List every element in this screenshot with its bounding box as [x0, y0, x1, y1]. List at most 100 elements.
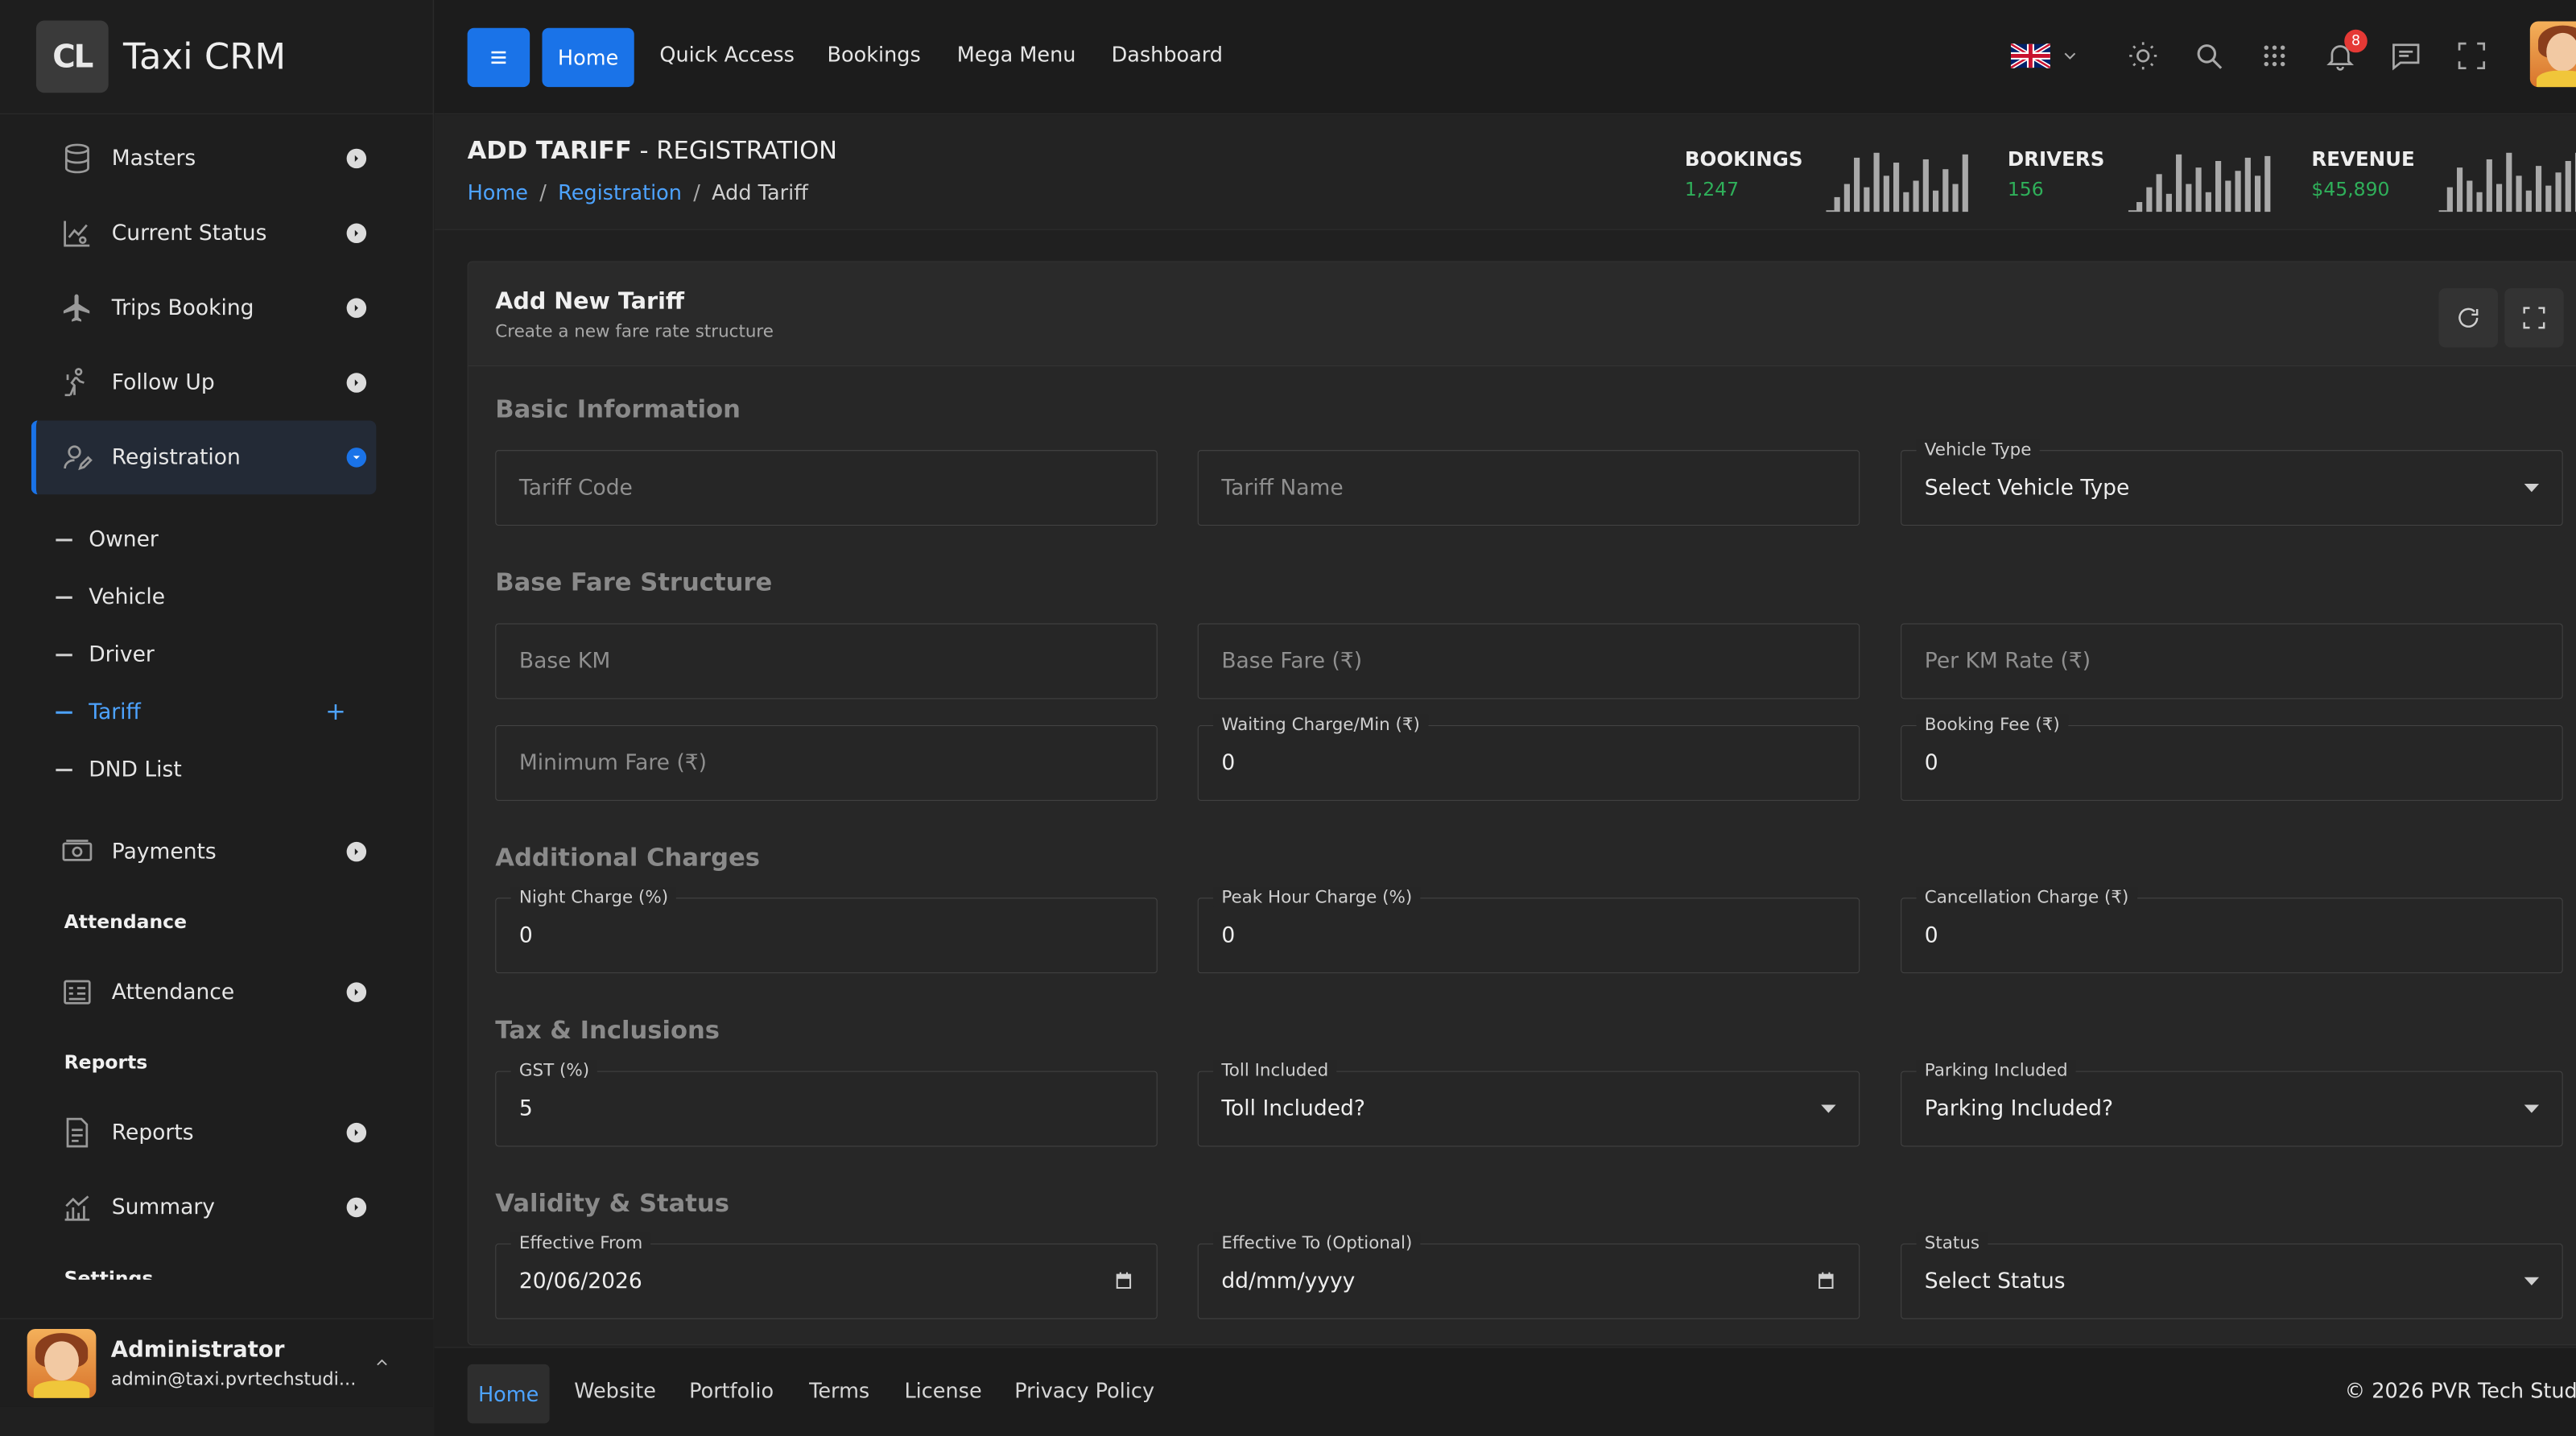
- sidebar-item-registration[interactable]: Registration: [31, 420, 377, 495]
- base-km-input[interactable]: Base KM: [495, 623, 1158, 699]
- nav-mega-menu[interactable]: Mega Menu: [957, 43, 1076, 67]
- expand-button[interactable]: [2504, 288, 2564, 348]
- field-value: dd/mm/yyyy: [1221, 1269, 1356, 1294]
- tariff-code-input[interactable]: Tariff Code: [495, 450, 1158, 526]
- chevron-up-icon[interactable]: [373, 1354, 390, 1372]
- placeholder: Base Fare (₹): [1221, 649, 1363, 674]
- sidebar-item-payments[interactable]: Payments: [31, 815, 377, 889]
- cancellation-charge-input[interactable]: Cancellation Charge (₹) 0: [1901, 887, 2563, 974]
- sidebar-item-label: Reports: [111, 1120, 194, 1145]
- calendar-icon[interactable]: [1816, 1271, 1835, 1290]
- peak-hour-charge-input[interactable]: Peak Hour Charge (%) 0: [1197, 887, 1860, 974]
- section-heading-settings: Settings: [64, 1268, 154, 1280]
- minimum-fare-input[interactable]: Minimum Fare (₹): [495, 725, 1158, 801]
- notification-badge: 8: [2344, 29, 2368, 53]
- calendar-icon[interactable]: [1114, 1271, 1133, 1290]
- user-avatar[interactable]: [2529, 21, 2576, 88]
- chevron-right-icon: [346, 298, 367, 318]
- per-km-rate-input[interactable]: Per KM Rate (₹): [1901, 623, 2563, 699]
- footer-link-license[interactable]: License: [904, 1379, 981, 1403]
- field-value: Toll Included?: [1221, 1096, 1365, 1121]
- sidebar-item-current-status[interactable]: Current Status: [31, 196, 377, 270]
- field-label: Peak Hour Charge (%): [1213, 887, 1421, 907]
- field-value: 0: [1924, 922, 1938, 948]
- theme-sun-icon[interactable]: [2127, 39, 2160, 72]
- toll-included-select[interactable]: Toll Included Toll Included?: [1197, 1060, 1860, 1147]
- brand-name: Taxi CRM: [123, 35, 287, 78]
- add-tariff-card: Add New Tariff Create a new fare rate st…: [467, 261, 2576, 1346]
- chevron-down-icon[interactable]: [2060, 46, 2079, 65]
- section-validity-status: Validity & Status: [495, 1189, 729, 1219]
- sidebar-subitem-driver[interactable]: Driver: [56, 642, 155, 667]
- plus-icon[interactable]: +: [325, 699, 346, 724]
- nav-dashboard[interactable]: Dashboard: [1112, 43, 1223, 67]
- footer-link-privacy-policy[interactable]: Privacy Policy: [1014, 1379, 1154, 1403]
- dash-icon: [56, 711, 72, 714]
- sparkline-drivers: [2128, 154, 2271, 213]
- section-additional-charges: Additional Charges: [495, 843, 760, 873]
- field-label: Parking Included: [1916, 1060, 2076, 1080]
- sidebar-subitem-owner[interactable]: Owner: [56, 527, 159, 552]
- breadcrumb-home[interactable]: Home: [468, 180, 528, 204]
- footer-link-portfolio[interactable]: Portfolio: [689, 1379, 774, 1403]
- nav-quick-access[interactable]: Quick Access: [659, 43, 795, 67]
- field-label: Booking Fee (₹): [1916, 714, 2068, 735]
- vehicle-type-select[interactable]: Vehicle Type Select Vehicle Type: [1901, 439, 2563, 526]
- refresh-icon: [2455, 305, 2482, 332]
- tariff-name-input[interactable]: Tariff Name: [1197, 450, 1860, 526]
- card-header: Add New Tariff Create a new fare rate st…: [468, 262, 2576, 367]
- nav-bookings[interactable]: Bookings: [828, 43, 921, 67]
- fullscreen-icon[interactable]: [2455, 39, 2488, 72]
- sidebar-item-reports[interactable]: Reports: [31, 1096, 377, 1170]
- refresh-button[interactable]: [2438, 288, 2499, 348]
- brand[interactable]: CL Taxi CRM: [0, 0, 433, 114]
- breadcrumb: Home / Registration / Add Tariff: [467, 180, 808, 205]
- waiting-charge-input[interactable]: Waiting Charge/Min (₹) 0: [1197, 714, 1860, 801]
- sidebar-item-masters[interactable]: Masters: [31, 122, 377, 196]
- chevron-right-icon: [346, 982, 367, 1002]
- uk-flag-icon[interactable]: [2010, 43, 2050, 68]
- sidebar-item-label: Trips Booking: [111, 295, 254, 320]
- sidebar-subitem-dnd-list[interactable]: DND List: [56, 757, 182, 782]
- base-fare-input[interactable]: Base Fare (₹): [1197, 623, 1860, 699]
- field-value: 20/06/2026: [518, 1269, 642, 1294]
- nav-home[interactable]: Home: [542, 27, 634, 88]
- gst-input[interactable]: GST (%) 5: [495, 1060, 1158, 1147]
- topbar: Home Quick Access Bookings Mega Menu Das…: [434, 0, 2576, 114]
- field-label: GST (%): [510, 1060, 598, 1080]
- stat-revenue: REVENUE $45,890: [2311, 148, 2414, 200]
- dash-icon: [56, 653, 72, 656]
- chat-icon[interactable]: [2389, 39, 2422, 72]
- footer-link-website[interactable]: Website: [574, 1379, 656, 1403]
- page-title: ADD TARIFF - REGISTRATION: [468, 136, 837, 165]
- user-panel[interactable]: Administrator admin@taxi.pvrtechstudi...: [0, 1318, 434, 1407]
- field-value: 5: [518, 1096, 533, 1121]
- effective-from-input[interactable]: Effective From 20/06/2026: [495, 1232, 1158, 1319]
- sidebar-item-follow-up[interactable]: Follow Up: [31, 346, 377, 420]
- sidebar-item-trips-booking[interactable]: Trips Booking: [31, 271, 377, 345]
- placeholder: Per KM Rate (₹): [1924, 649, 2091, 674]
- stat-value: 1,247: [1684, 179, 1740, 200]
- sidebar-item-label: Masters: [111, 146, 196, 171]
- sidebar-item-attendance[interactable]: Attendance: [31, 955, 377, 1030]
- parking-included-select[interactable]: Parking Included Parking Included?: [1901, 1060, 2563, 1147]
- sidebar-item-summary[interactable]: Summary: [31, 1170, 377, 1244]
- apps-grid-icon[interactable]: [2258, 39, 2291, 72]
- footer-link-terms[interactable]: Terms: [809, 1379, 869, 1403]
- expand-icon: [2521, 305, 2548, 332]
- field-value: Select Vehicle Type: [1924, 475, 2130, 501]
- sidebar-subitem-vehicle[interactable]: Vehicle: [56, 585, 165, 609]
- sidebar-subitem-tariff[interactable]: Tariff: [56, 699, 141, 724]
- breadcrumb-registration[interactable]: Registration: [558, 180, 682, 204]
- section-tax-inclusions: Tax & Inclusions: [495, 1016, 720, 1045]
- status-select[interactable]: Status Select Status: [1901, 1232, 2563, 1319]
- avatar: [27, 1328, 97, 1398]
- booking-fee-input[interactable]: Booking Fee (₹) 0: [1901, 714, 2563, 801]
- footer-link-home[interactable]: Home: [467, 1364, 550, 1424]
- search-icon[interactable]: [2192, 39, 2225, 72]
- field-value: 0: [1924, 750, 1938, 776]
- night-charge-input[interactable]: Night Charge (%) 0: [495, 887, 1158, 974]
- menu-toggle-button[interactable]: [467, 27, 530, 88]
- effective-to-input[interactable]: Effective To (Optional) dd/mm/yyyy: [1197, 1232, 1860, 1319]
- section-base-fare-structure: Base Fare Structure: [495, 568, 773, 597]
